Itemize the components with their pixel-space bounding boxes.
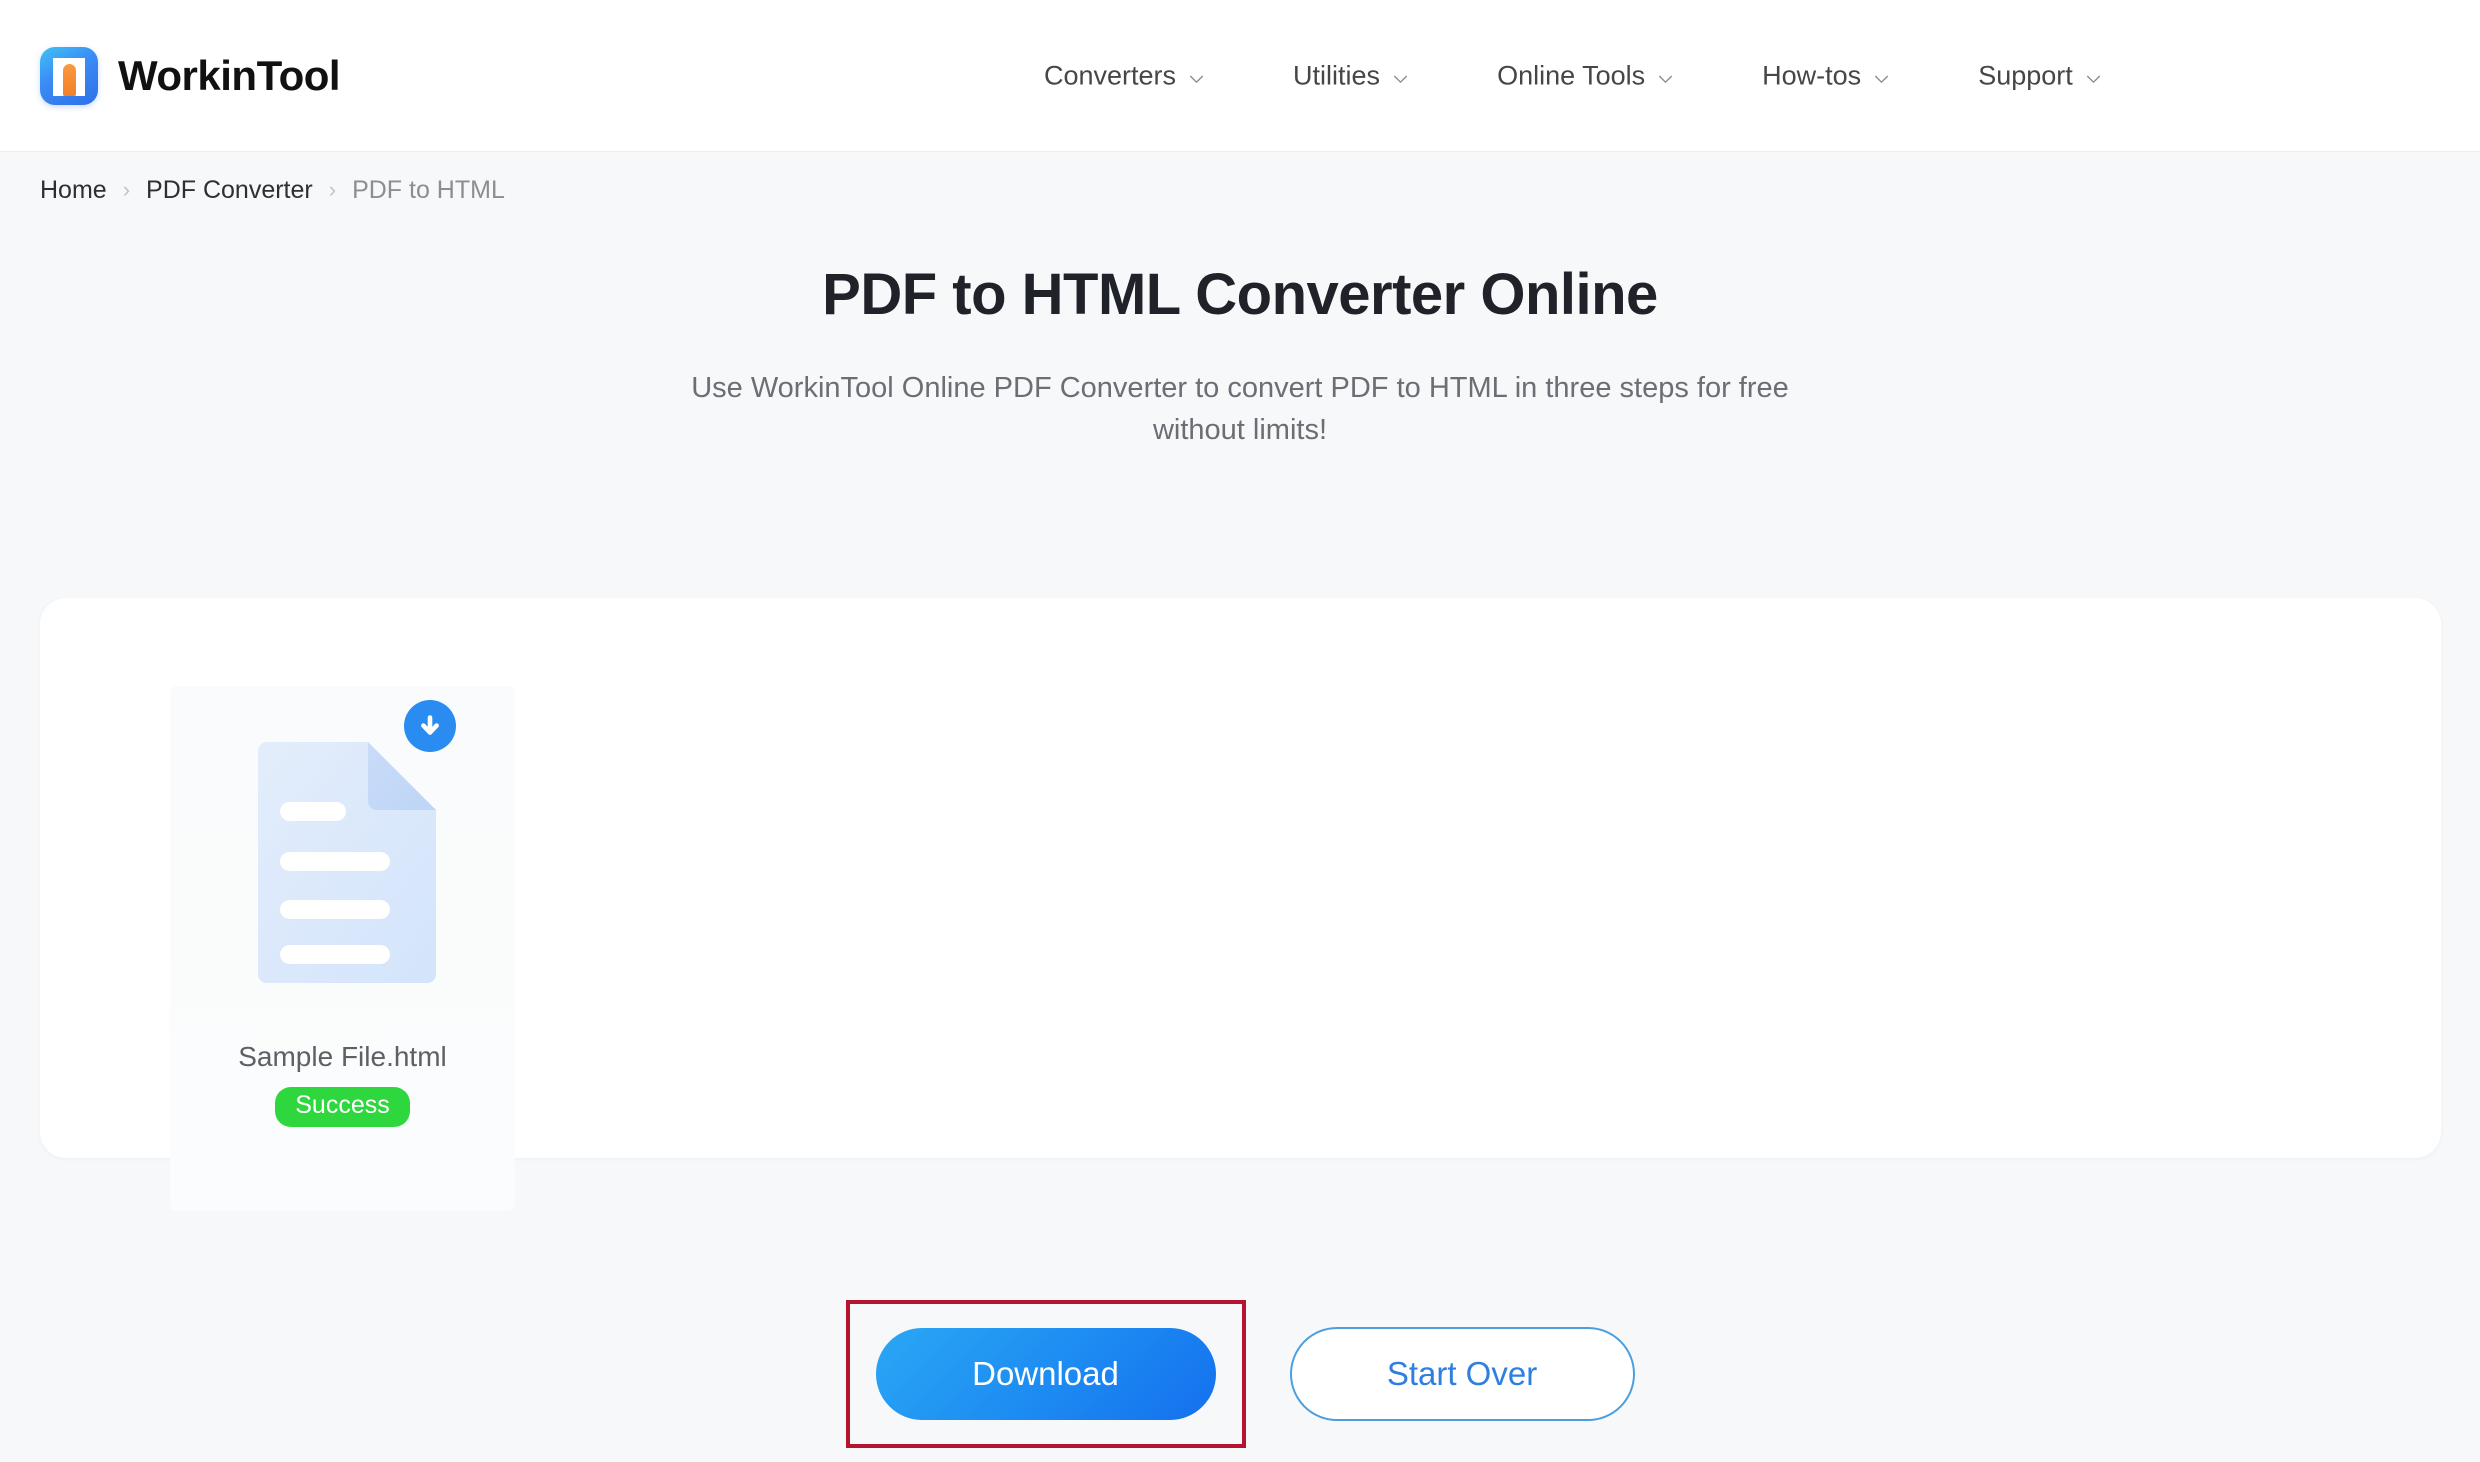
nav-item-converters[interactable]: Converters: [1000, 60, 1249, 91]
start-over-button[interactable]: Start Over: [1289, 1327, 1635, 1421]
download-button-highlight: Download: [845, 1300, 1246, 1448]
document-preview: [248, 700, 456, 985]
file-result-tile[interactable]: Sample File.html Success: [170, 686, 515, 1211]
nav-item-label: Converters: [1044, 60, 1177, 90]
main-nav: Converters Utilities Online Tools How-to…: [1000, 60, 2146, 91]
chevron-down-icon: [1392, 70, 1409, 87]
breadcrumb-item-pdf-converter[interactable]: PDF Converter: [146, 176, 313, 205]
breadcrumb-item-home[interactable]: Home: [40, 176, 107, 205]
nav-item-label: Online Tools: [1497, 60, 1646, 90]
hero-section: PDF to HTML Converter Online Use WorkinT…: [0, 205, 2480, 451]
nav-item-label: Support: [1978, 60, 2073, 90]
brand-logo[interactable]: WorkinTool: [40, 46, 341, 105]
breadcrumb: Home › PDF Converter › PDF to HTML: [0, 152, 2480, 205]
download-button[interactable]: Download: [875, 1328, 1216, 1420]
page-subtitle: Use WorkinTool Online PDF Converter to c…: [691, 371, 1789, 446]
nav-item-support[interactable]: Support: [1934, 60, 2146, 91]
chevron-down-icon: [1657, 70, 1674, 87]
breadcrumb-separator-icon: ›: [122, 176, 131, 202]
conversion-result-card: Sample File.html Success: [40, 598, 2441, 1211]
site-header: WorkinTool Converters Utilities Online T…: [0, 0, 2480, 152]
chevron-down-icon: [1873, 70, 1890, 87]
nav-item-label: How-tos: [1762, 60, 1862, 90]
chevron-down-icon: [2085, 70, 2102, 87]
document-icon: [257, 742, 436, 983]
breadcrumb-separator-icon: ›: [328, 176, 337, 202]
brand-name: WorkinTool: [118, 51, 341, 99]
nav-item-online-tools[interactable]: Online Tools: [1453, 60, 1718, 91]
page-title: PDF to HTML Converter Online: [822, 262, 1658, 327]
workintool-logo-icon: [40, 46, 98, 105]
chevron-down-icon: [1188, 70, 1205, 87]
download-circle-icon[interactable]: [403, 700, 456, 752]
breadcrumb-item-pdf-to-html: PDF to HTML: [352, 176, 505, 204]
status-badge: Success: [275, 1087, 410, 1128]
action-bar: Download Start Over: [0, 1300, 2480, 1448]
nav-item-how-tos[interactable]: How-tos: [1718, 60, 1934, 91]
file-name-label: Sample File.html: [238, 1041, 447, 1072]
nav-item-utilities[interactable]: Utilities: [1249, 60, 1453, 91]
nav-item-label: Utilities: [1293, 60, 1381, 90]
